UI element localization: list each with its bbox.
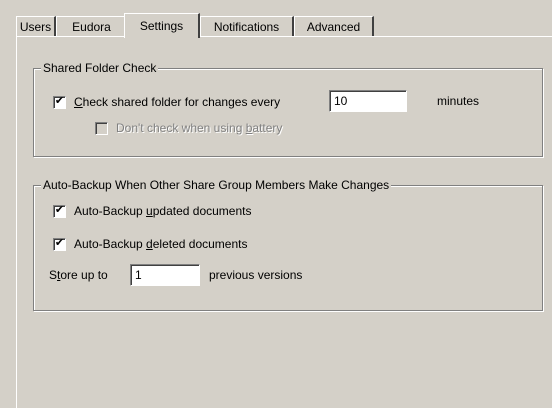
tab-eudora-label: Eudora (72, 20, 111, 34)
store-versions-label: Store up to (49, 268, 108, 282)
backup-updated-row: ✔ Auto-Backup updated documents (53, 202, 251, 218)
tab-notifications-label: Notifications (213, 20, 280, 34)
store-versions-input[interactable]: 1 (130, 264, 200, 286)
backup-deleted-row: ✔ Auto-Backup deleted documents (53, 235, 247, 251)
tab-advanced-label: Advanced (306, 20, 361, 34)
tab-users-label: Users (19, 20, 52, 34)
tab-settings-label: Settings (139, 19, 184, 33)
check-shared-folder-row: ✔ Check shared folder for changes every (53, 93, 280, 109)
tab-notifications[interactable]: Notifications (200, 16, 294, 37)
tab-users[interactable]: Users (16, 16, 56, 37)
check-mark-icon: ✔ (54, 202, 65, 216)
backup-updated-label[interactable]: Auto-Backup updated documents (74, 204, 251, 218)
check-interval-unit: minutes (437, 94, 480, 108)
tab-eudora[interactable]: Eudora (56, 16, 128, 37)
tab-settings[interactable]: Settings (124, 13, 200, 38)
backup-deleted-label[interactable]: Auto-Backup deleted documents (74, 237, 247, 251)
auto-backup-group-title: Auto-Backup When Other Share Group Membe… (41, 178, 392, 192)
check-mark-icon: ✔ (54, 235, 65, 249)
backup-updated-checkbox[interactable]: ✔ (53, 202, 66, 218)
settings-panel: Shared Folder Check ✔ Check shared folde… (16, 36, 552, 408)
check-mark-icon: ✔ (54, 93, 65, 107)
tab-advanced[interactable]: Advanced (294, 16, 374, 37)
check-shared-folder-label[interactable]: Check shared folder for changes every (74, 95, 280, 109)
store-versions-suffix: previous versions (209, 268, 303, 282)
battery-label: Don't check when using battery (116, 121, 283, 135)
shared-folder-group-title: Shared Folder Check (41, 61, 159, 75)
auto-backup-group: Auto-Backup When Other Share Group Membe… (33, 178, 543, 311)
battery-row: Don't check when using battery (95, 121, 282, 135)
shared-folder-group: Shared Folder Check ✔ Check shared folde… (33, 61, 543, 157)
backup-deleted-checkbox[interactable]: ✔ (53, 235, 66, 251)
check-interval-input[interactable]: 10 (329, 90, 407, 112)
check-shared-folder-checkbox[interactable]: ✔ (53, 93, 66, 109)
battery-checkbox[interactable] (95, 121, 108, 135)
